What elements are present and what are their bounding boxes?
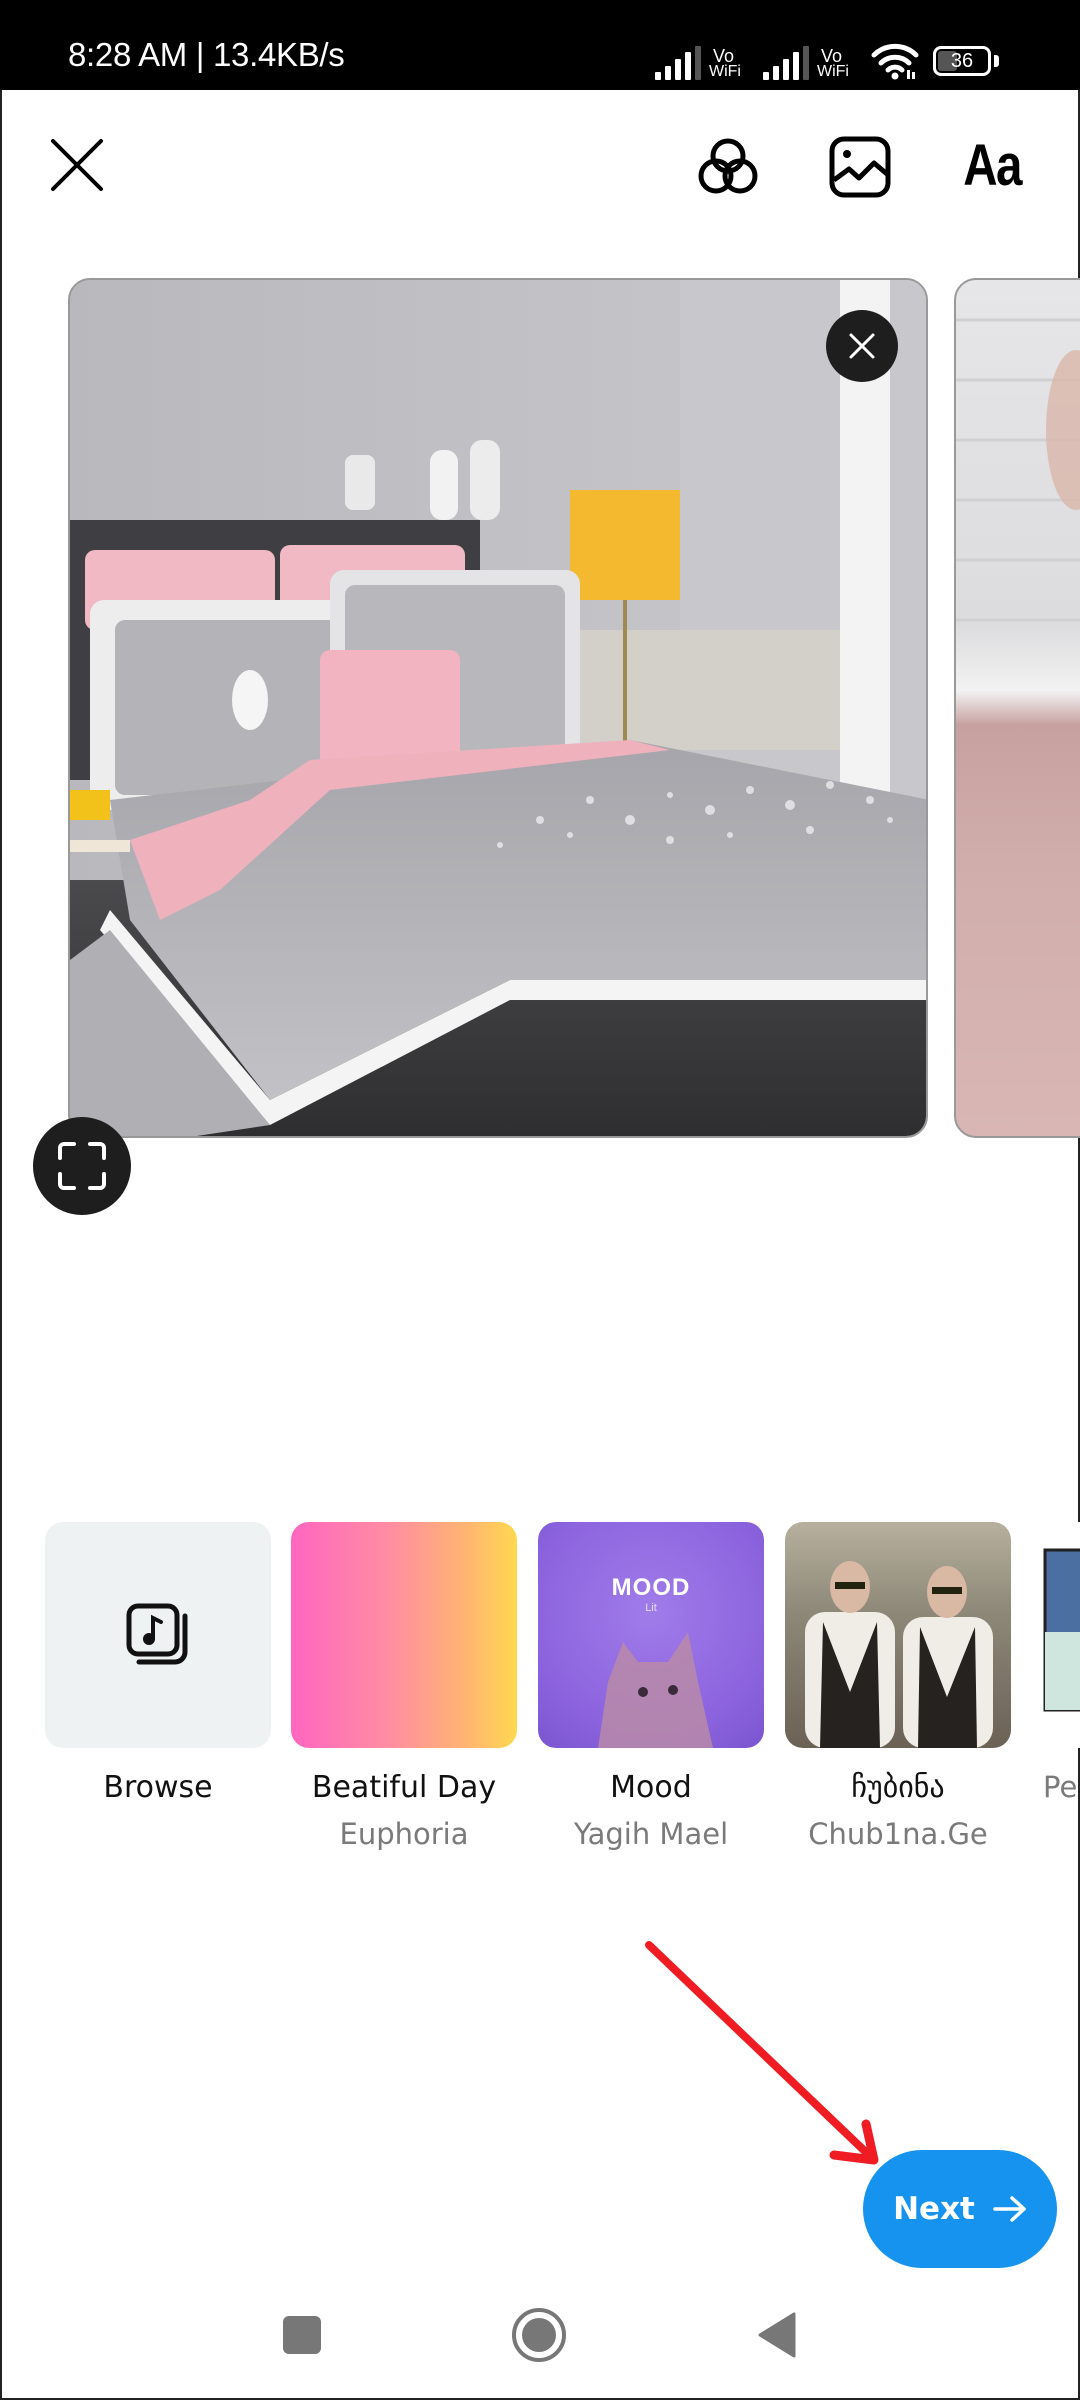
music-artist: Yagih Mael (573, 1817, 729, 1851)
next-button[interactable]: Next (863, 2150, 1057, 2268)
album-cover (291, 1522, 517, 1748)
next-label: Next (893, 2191, 975, 2227)
music-title: Mood (610, 1770, 692, 1805)
close-icon (849, 333, 875, 359)
home-button[interactable] (499, 2305, 579, 2365)
music-artist: Pe (1043, 1770, 1078, 1804)
music-title: Browse (103, 1770, 213, 1805)
music-track-item[interactable]: ჩუბინა Chub1na.Ge (785, 1522, 1011, 1851)
album-cover: MOOD Lit (538, 1522, 764, 1748)
cat-image (598, 1632, 713, 1748)
signal-icon (655, 46, 701, 80)
pink-bed-photo (956, 318, 1080, 622)
arrow-right-icon (993, 2196, 1026, 2222)
recents-icon (283, 2316, 321, 2354)
battery-percent: 36 (950, 50, 974, 72)
browse-thumb (45, 1522, 271, 1748)
close-button[interactable] (40, 128, 114, 202)
artist-photo (805, 1561, 993, 1748)
fullscreen-icon (58, 1142, 106, 1190)
back-button[interactable] (736, 2305, 816, 2365)
music-artist: Chub1na.Ge (808, 1817, 988, 1851)
battery-nib (994, 55, 999, 67)
vowifi-icon: Vo WiFi (709, 46, 741, 80)
frame-border-left (0, 90, 2, 2400)
fullscreen-button[interactable] (33, 1117, 131, 1215)
music-track-item[interactable]: MOOD Lit Mood Yagih Mael (538, 1522, 764, 1851)
back-icon (758, 2312, 796, 2358)
music-track-item[interactable]: Beatiful Day Euphoria (291, 1522, 517, 1851)
bedroom-photo (70, 280, 926, 1136)
effects-button[interactable] (690, 132, 766, 202)
recents-button[interactable] (262, 2305, 342, 2365)
status-bar: 8:28 AM | 13.4KB/s Vo WiFi Vo WiFi 36 (0, 0, 1080, 90)
music-track-item[interactable]: Pe (1043, 1522, 1080, 1804)
close-icon (51, 139, 103, 191)
album-cover (1043, 1522, 1080, 1748)
music-carousel[interactable]: Browse Beatiful Day Euphoria MOOD Lit Mo… (0, 1522, 1080, 1852)
vowifi-icon: Vo WiFi (817, 46, 849, 80)
status-time: 8:28 AM | 13.4KB/s (68, 36, 345, 73)
status-icons: Vo WiFi Vo WiFi 36 (655, 38, 999, 80)
home-icon (512, 2308, 566, 2362)
effects-icon (698, 138, 758, 194)
wifi-icon (871, 43, 919, 80)
battery-icon: 36 (933, 46, 991, 76)
album-cover (785, 1522, 1011, 1748)
music-library-icon (126, 1603, 188, 1665)
add-image-button[interactable] (822, 132, 898, 202)
signal-icon (763, 46, 809, 80)
album-art (1043, 1548, 1080, 1712)
remove-media-button[interactable] (826, 310, 898, 382)
media-preview-card[interactable] (68, 278, 928, 1138)
music-title: ჩუბინა (851, 1770, 945, 1805)
image-icon (829, 136, 891, 198)
music-artist: Euphoria (339, 1817, 469, 1851)
next-media-card[interactable] (954, 278, 1080, 1138)
music-title: Beatiful Day (311, 1770, 497, 1805)
music-browse-item[interactable]: Browse (45, 1522, 271, 1805)
text-button[interactable]: Aa (959, 130, 1025, 200)
